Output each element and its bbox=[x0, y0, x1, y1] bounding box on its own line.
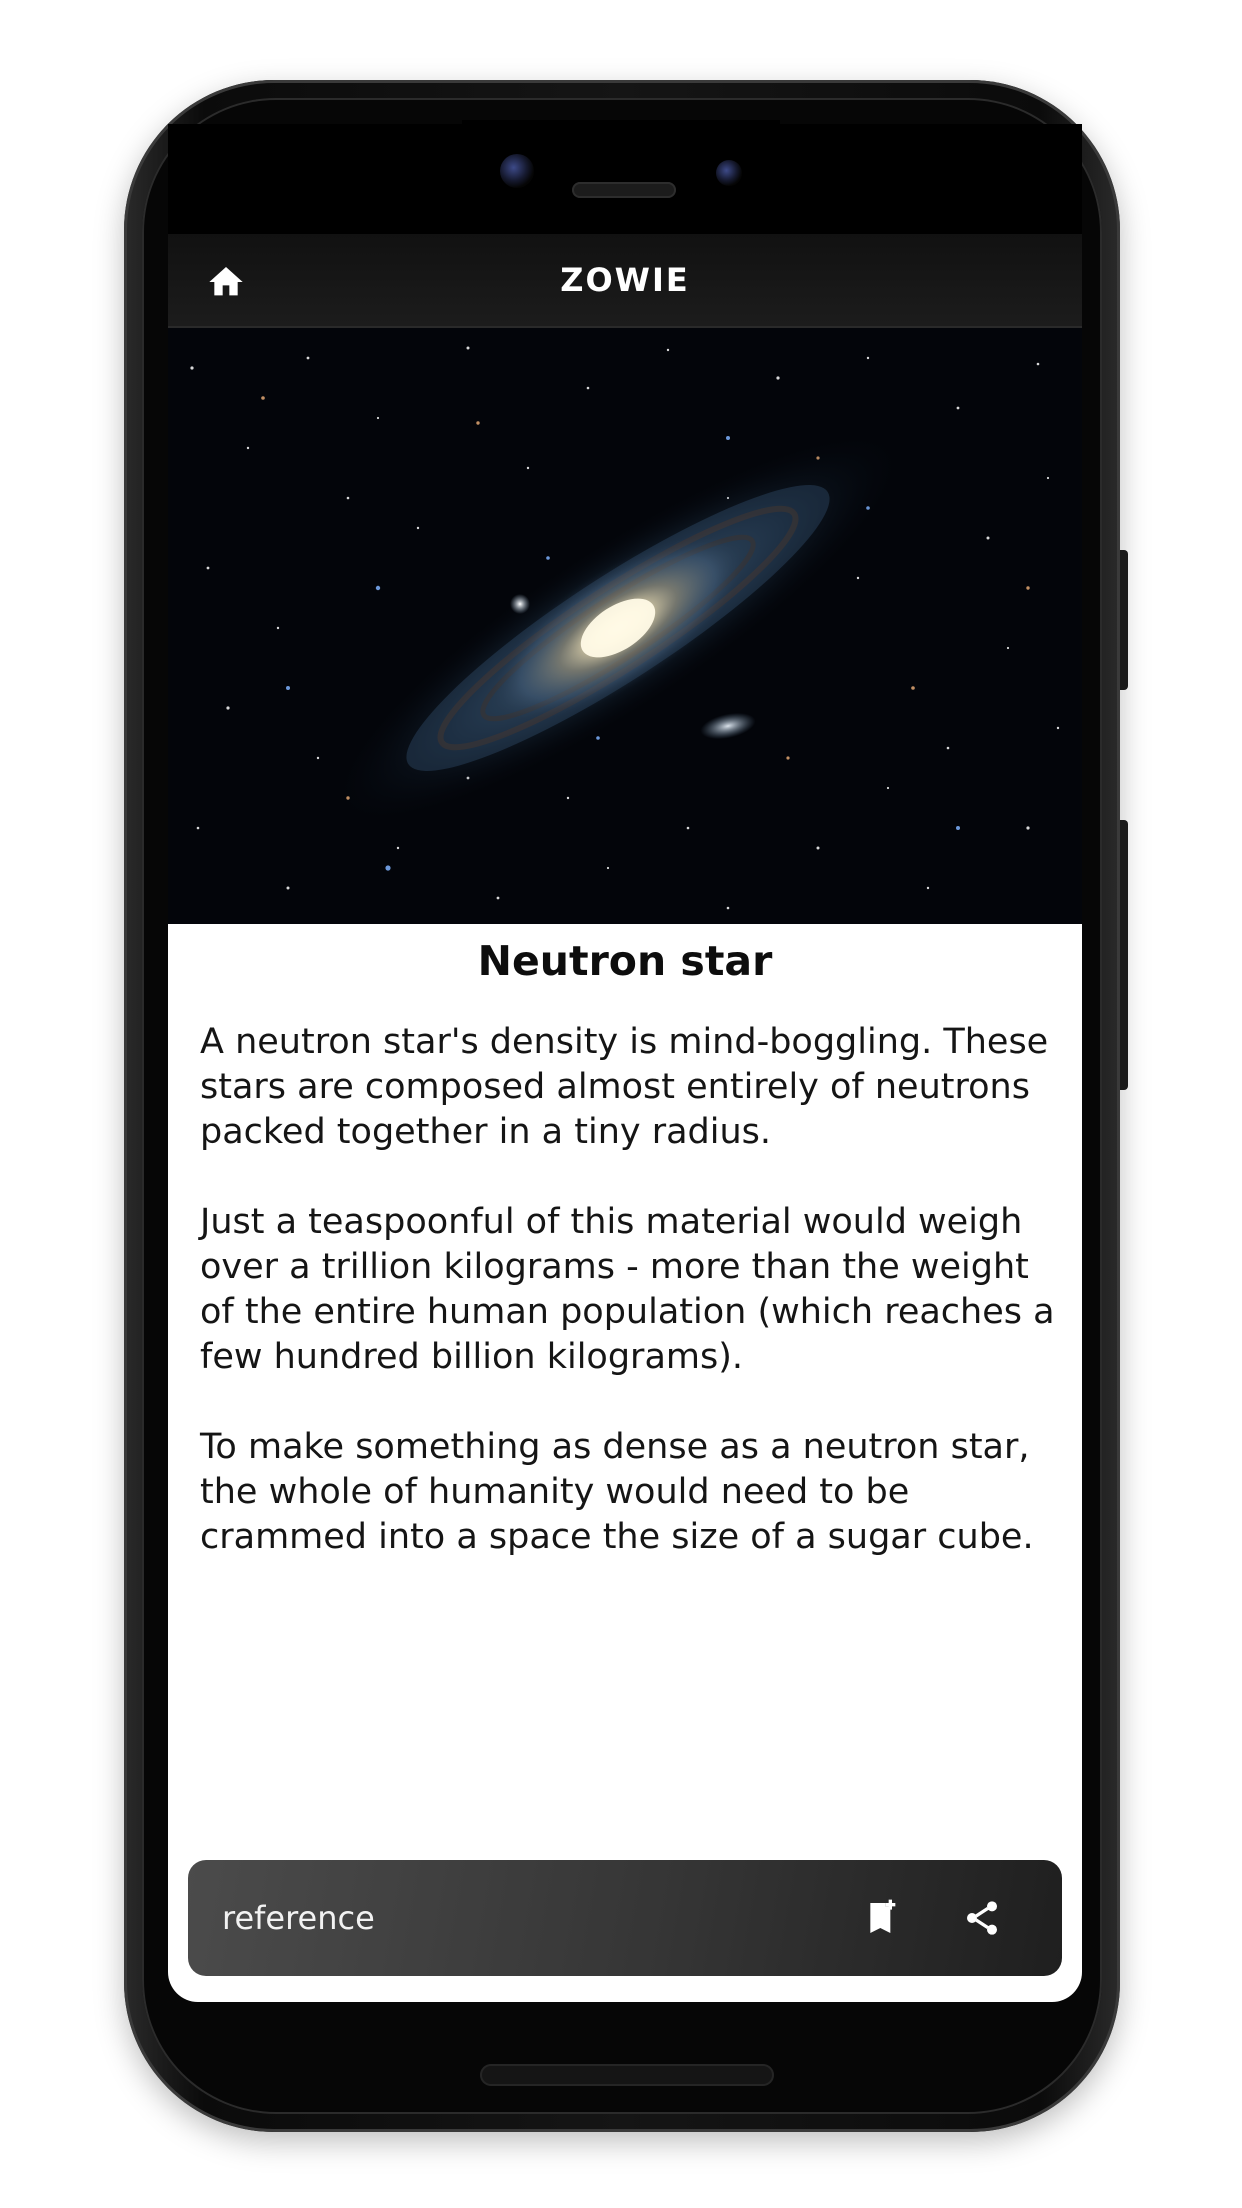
earpiece-speaker bbox=[572, 182, 676, 198]
home-indicator bbox=[480, 2064, 774, 2086]
bookmark-add-icon[interactable] bbox=[862, 1898, 902, 1938]
article-paragraph: A neutron star's density is mind-bogglin… bbox=[200, 1022, 1049, 1152]
hero-image bbox=[168, 328, 1082, 924]
reference-link[interactable]: reference bbox=[222, 1896, 375, 1940]
front-sensor bbox=[716, 160, 742, 186]
front-camera bbox=[500, 154, 534, 188]
article-paragraph: To make something as dense as a neutron … bbox=[200, 1427, 1034, 1557]
bottom-action-bar: reference bbox=[188, 1860, 1062, 1976]
app-screen: ZOWIE Neutron star A neutron star's dens… bbox=[168, 124, 1082, 2002]
app-title: ZOWIE bbox=[560, 261, 690, 299]
article-body: A neutron star's density is mind-bogglin… bbox=[200, 1020, 1062, 1605]
article-title: Neutron star bbox=[477, 937, 773, 985]
article-paragraph: Just a teaspoonful of this material woul… bbox=[200, 1202, 1055, 1377]
share-icon[interactable] bbox=[962, 1898, 1002, 1938]
power-button bbox=[1120, 820, 1128, 1090]
volume-button bbox=[1120, 550, 1128, 690]
app-bar: ZOWIE bbox=[168, 234, 1082, 328]
home-icon[interactable] bbox=[206, 262, 246, 302]
